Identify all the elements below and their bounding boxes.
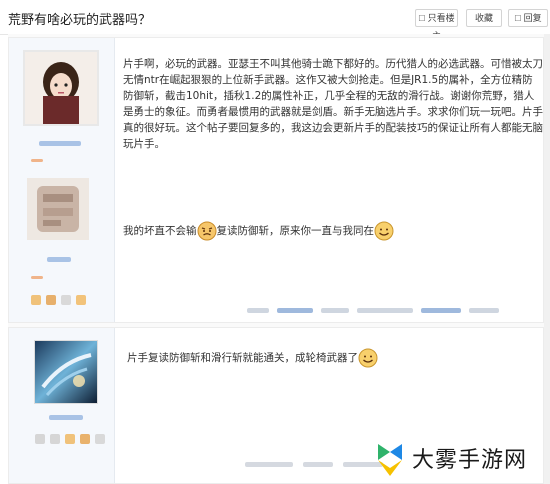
user-badge-image — [27, 178, 89, 240]
only-op-button[interactable]: ☐只看楼主 — [415, 9, 458, 42]
author-sidebar — [9, 328, 115, 483]
user-filter-icon: ☐ — [418, 14, 426, 23]
reply-meta — [245, 462, 383, 467]
post-floor-1: 片手啊，必玩的武器。亚瑟王不叫其他骑士跪下都好的。历代猎人的必选武器。可惜被太刀… — [8, 37, 544, 323]
avatar-image — [25, 52, 97, 124]
author-sidebar — [9, 38, 115, 322]
reply-text: 片手复读防御斩和滑行斩就能通关，成轮椅武器了 — [127, 352, 358, 364]
reply-button[interactable]: ☐ 回复 — [508, 9, 548, 27]
smile-face-icon — [374, 221, 394, 241]
post-meta — [247, 308, 499, 314]
meta-time — [357, 308, 413, 313]
meta-ip — [469, 308, 499, 313]
meta-link[interactable] — [277, 308, 313, 313]
scrollbar[interactable] — [544, 34, 550, 484]
post-line2-b: 复读防御斩，原来你一直与我同在 — [216, 225, 375, 237]
post-content: 片手啊，必玩的武器。亚瑟王不叫其他骑士跪下都好的。历代猎人的必选武器。可惜被太刀… — [123, 58, 543, 150]
medal-row — [31, 295, 86, 305]
angry-face-icon — [197, 221, 217, 241]
meta-reply-link[interactable] — [421, 308, 461, 313]
reply-label: 回复 — [523, 14, 542, 24]
avatar-image — [35, 341, 97, 403]
watermark-logo-icon — [378, 444, 402, 476]
smile-face-icon — [358, 348, 378, 368]
avatar[interactable] — [23, 50, 99, 126]
favorite-button[interactable]: 收藏 — [466, 9, 502, 27]
reply-content: 片手复读防御斩和滑行斩就能通关，成轮椅武器了 — [127, 348, 378, 368]
avatar[interactable] — [34, 340, 98, 404]
watermark-text: 大雾手游网 — [412, 448, 528, 473]
post-line2-a: 我的坏直不会输 — [123, 225, 197, 237]
user-title — [47, 257, 71, 262]
meta-report[interactable] — [247, 308, 269, 313]
medal-row — [35, 434, 105, 444]
reply-icon: ☐ — [514, 14, 522, 23]
username[interactable] — [49, 415, 83, 420]
meta-floor — [303, 462, 333, 467]
username[interactable] — [39, 141, 81, 146]
favorite-label: 收藏 — [474, 14, 493, 24]
thread-title: 荒野有啥必玩的武器吗？ — [8, 13, 152, 28]
exp-bar — [31, 276, 43, 279]
meta-floor — [321, 308, 349, 313]
site-watermark: 大雾手游网 — [370, 436, 540, 480]
meta-time — [245, 462, 293, 467]
level-badge — [31, 159, 43, 162]
thread-header: 荒野有啥必玩的武器吗？ ☐只看楼主 收藏 ☐回复 — [0, 0, 550, 42]
post-content-line2: 我的坏直不会输 复读防御斩，原来你一直与我同在 — [123, 221, 394, 241]
